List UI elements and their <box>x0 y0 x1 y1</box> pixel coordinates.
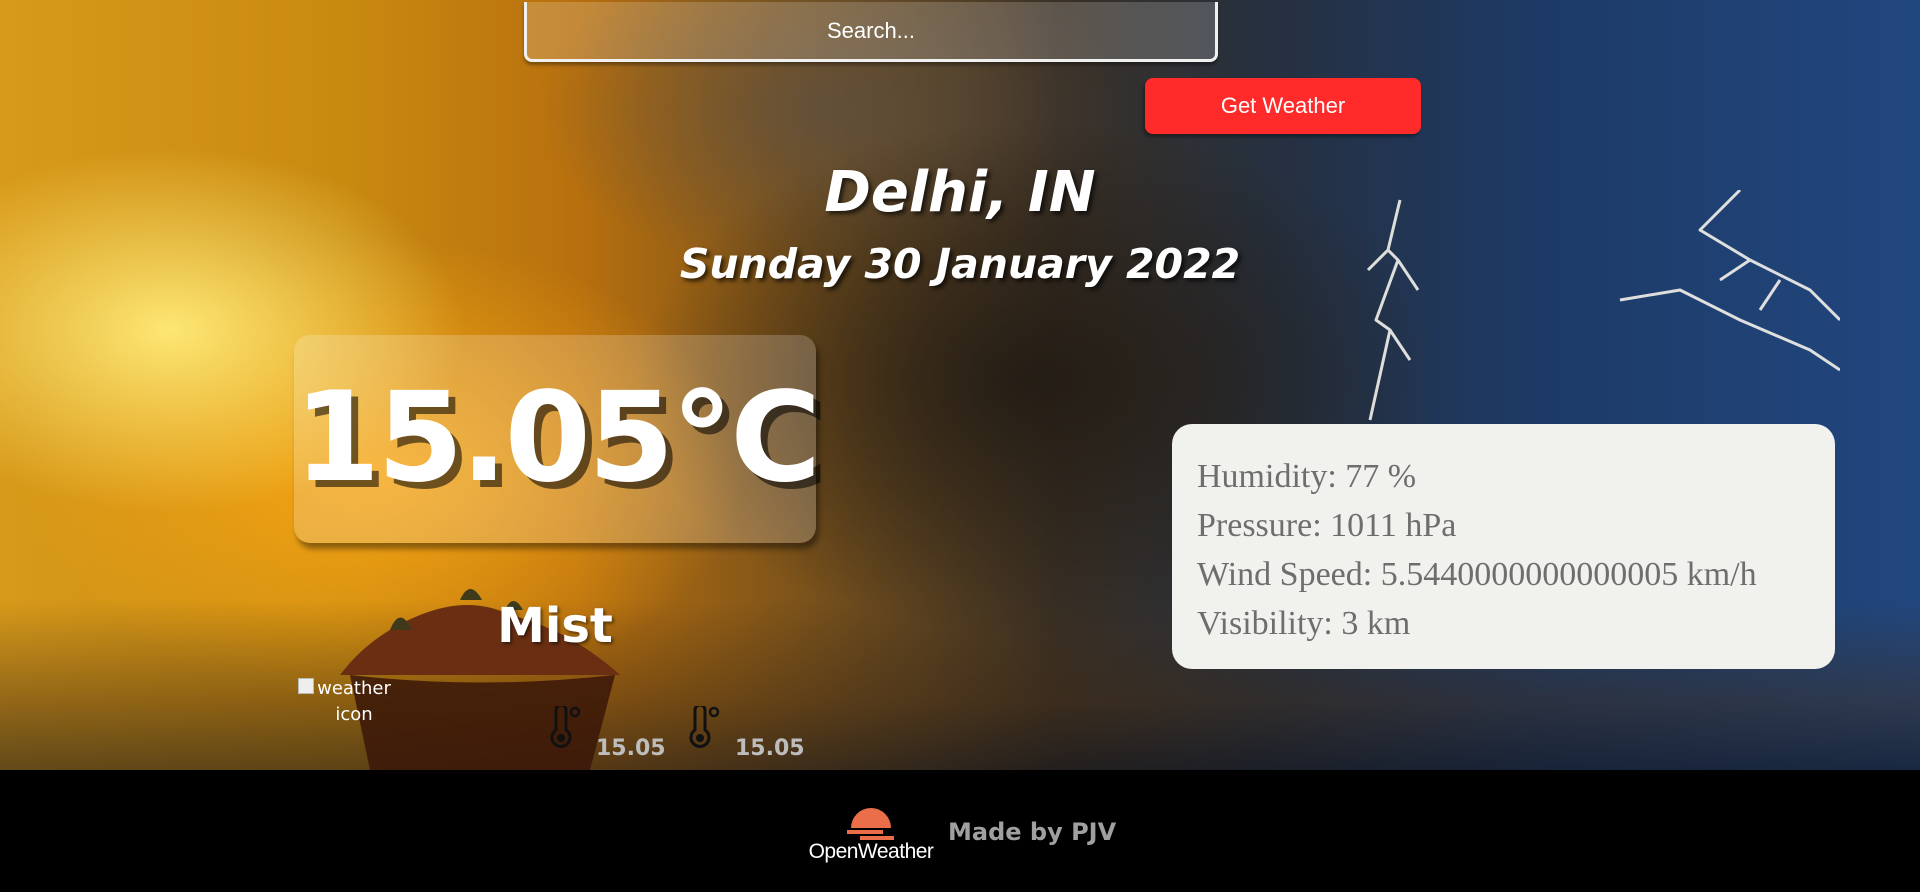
weather-icon: weather icon <box>298 676 410 726</box>
temperature-value: 15.05°C <box>294 366 821 510</box>
temperature-card: 15.05°C <box>294 335 821 543</box>
pressure-row: Pressure: 1011 hPa <box>1197 507 1457 544</box>
openweather-logo-icon <box>847 808 894 840</box>
weather-condition: Mist <box>497 598 613 654</box>
date-label: Sunday 30 January 2022 <box>679 240 1241 288</box>
thermometer-icon <box>550 706 581 748</box>
city-title: Delhi, IN <box>824 160 1096 225</box>
get-weather-button[interactable]: Get Weather <box>1145 78 1421 134</box>
weather-details-card: Humidity: 77 % Pressure: 1011 hPa Wind S… <box>1172 424 1835 669</box>
openweather-logo[interactable]: OpenWeather <box>806 798 936 864</box>
search-input[interactable] <box>524 2 1218 62</box>
temp-min-value: 15.05 <box>596 736 666 761</box>
broken-image-icon <box>298 678 314 694</box>
thermometer-icon <box>689 706 720 748</box>
weather-icon-alt-text: weather icon <box>317 678 391 725</box>
footer-credit: Made by PJV <box>948 818 1117 846</box>
wind-speed-row: Wind Speed: 5.5440000000000005 km/h <box>1197 556 1757 593</box>
humidity-row: Humidity: 77 % <box>1197 458 1417 495</box>
visibility-row: Visibility: 3 km <box>1197 605 1411 642</box>
openweather-brand-text: OpenWeather <box>808 840 934 863</box>
temp-max-value: 15.05 <box>735 736 805 761</box>
lightning-bolts <box>1366 190 1840 421</box>
